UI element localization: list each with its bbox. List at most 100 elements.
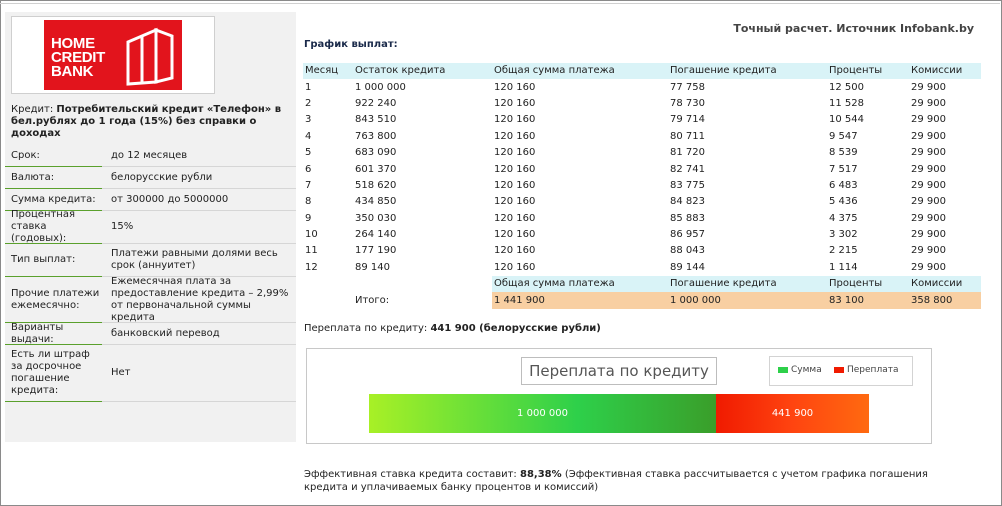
table-cell: 120 160 xyxy=(494,229,536,241)
schedule-header-row: Месяц Остаток кредита Общая сумма платежа П… xyxy=(303,63,981,80)
table-cell: 29 900 xyxy=(911,147,946,159)
table-cell: 3 xyxy=(305,114,312,126)
table-cell: 80 711 xyxy=(670,130,705,142)
table-cell: 83 775 xyxy=(670,179,705,191)
totals-column-header: Проценты xyxy=(827,276,909,293)
table-cell: 120 160 xyxy=(494,81,536,93)
legend-label-overpay: Переплата xyxy=(847,365,899,375)
params-table: Срок: до 12 месяцев Валюта: белорусские ру… xyxy=(5,145,296,402)
totals-value: 1 441 900 xyxy=(492,292,668,309)
table-cell: 89 144 xyxy=(670,261,705,273)
param-key: Прочие платежи ежемесячно: xyxy=(5,277,102,323)
legend-swatch-sum xyxy=(778,367,788,373)
table-cell: 601 370 xyxy=(355,163,397,175)
table-cell: 88 043 xyxy=(670,245,705,257)
table-cell: 85 883 xyxy=(670,212,705,224)
source-link[interactable]: Точный расчет. Источник Infobank.by xyxy=(733,22,974,35)
column-header: Проценты xyxy=(827,63,909,80)
param-row: Срок: до 12 месяцев xyxy=(5,145,296,167)
param-key: Сумма кредита: xyxy=(5,189,102,211)
table-cell: 120 160 xyxy=(494,114,536,126)
param-row: Процентная ставка (годовых): 15% xyxy=(5,209,296,244)
table-row: 4 763 800 120 160 80 711 9 547 29 900 xyxy=(303,129,981,145)
legend-swatch-overpay xyxy=(834,367,844,373)
effective-rate: Эффективная ставка кредита составит: 88,… xyxy=(304,468,964,494)
schedule-title: График выплат: xyxy=(304,39,398,50)
column-header: Комиссии xyxy=(909,63,981,80)
table-cell: 7 517 xyxy=(829,163,858,175)
credit-title: Кредит: Потребительский кредит «Телефон»… xyxy=(11,104,291,140)
left-panel: HOME CREDIT BANK Кредит: Потребительский… xyxy=(5,12,296,442)
table-cell: 8 xyxy=(305,196,312,208)
table-cell: 120 160 xyxy=(494,245,536,257)
table-row: 6 601 370 120 160 82 741 7 517 29 900 xyxy=(303,161,981,177)
column-header: Месяц xyxy=(303,63,353,80)
totals-value: 358 800 xyxy=(909,292,981,309)
logo-text: HOME CREDIT BANK xyxy=(51,36,105,79)
table-cell: 86 957 xyxy=(670,229,705,241)
bank-logo[interactable]: HOME CREDIT BANK xyxy=(11,16,215,94)
table-cell: 4 375 xyxy=(829,212,858,224)
legend-item-sum: Сумма xyxy=(778,365,822,375)
bar-sum: 1 000 000 xyxy=(369,394,716,433)
table-cell: 264 140 xyxy=(355,229,397,241)
chart-legend: Сумма Переплата xyxy=(769,356,913,386)
param-row: Есть ли штраф за досрочное погашение кре… xyxy=(5,345,296,402)
param-key: Срок: xyxy=(5,145,102,167)
totals-column-header: Общая сумма платежа xyxy=(492,276,668,293)
effective-value: 88,38% xyxy=(519,469,562,480)
table-cell: 1 xyxy=(305,81,312,93)
table-cell: 29 900 xyxy=(911,179,946,191)
table-row: 12 89 140 120 160 89 144 1 114 29 900 xyxy=(303,260,981,276)
table-cell: 120 160 xyxy=(494,261,536,273)
table-cell: 12 xyxy=(305,261,318,273)
table-cell: 11 xyxy=(305,245,318,257)
table-cell: 84 823 xyxy=(670,196,705,208)
param-key: Процентная ставка (годовых): xyxy=(5,209,102,244)
param-key: Есть ли штраф за досрочное погашение кре… xyxy=(5,345,102,402)
table-cell: 120 160 xyxy=(494,97,536,109)
overpay-chart: Переплата по кредиту Сумма Переплата 1 0… xyxy=(306,348,932,444)
table-row: 5 683 090 120 160 81 720 8 539 29 900 xyxy=(303,145,981,161)
table-cell: 29 900 xyxy=(911,114,946,126)
table-cell: 29 900 xyxy=(911,97,946,109)
table-row: 9 350 030 120 160 85 883 4 375 29 900 xyxy=(303,211,981,227)
table-cell: 10 544 xyxy=(829,114,864,126)
table-cell: 7 xyxy=(305,179,312,191)
bar-overpay: 441 900 xyxy=(716,394,869,433)
param-value: банковский перевод xyxy=(111,327,220,339)
column-header: Остаток кредита xyxy=(353,63,492,80)
param-key: Валюта: xyxy=(5,167,102,189)
table-cell: 81 720 xyxy=(670,147,705,159)
param-key: Варианты выдачи: xyxy=(5,322,102,345)
table-cell: 120 160 xyxy=(494,147,536,159)
table-cell: 5 xyxy=(305,147,312,159)
table-cell: 518 620 xyxy=(355,179,397,191)
overpay-label: Переплата по кредиту: xyxy=(304,323,428,334)
empty-cell xyxy=(303,276,353,292)
table-cell: 4 xyxy=(305,130,312,142)
table-cell: 922 240 xyxy=(355,97,397,109)
house-icon xyxy=(126,27,174,86)
table-cell: 120 160 xyxy=(494,130,536,142)
table-cell: 683 090 xyxy=(355,147,397,159)
table-cell: 79 714 xyxy=(670,114,705,126)
table-row: 10 264 140 120 160 86 957 3 302 29 900 xyxy=(303,227,981,243)
table-cell: 5 436 xyxy=(829,196,858,208)
table-cell: 120 160 xyxy=(494,212,536,224)
table-cell: 10 xyxy=(305,229,318,241)
credit-label: Кредит: xyxy=(11,104,54,115)
table-cell: 29 900 xyxy=(911,245,946,257)
param-row: Сумма кредита: от 300000 до 5000000 xyxy=(5,189,296,211)
effective-label: Эффективная ставка кредита составит: xyxy=(304,469,517,480)
table-cell: 434 850 xyxy=(355,196,397,208)
table-cell: 2 xyxy=(305,97,312,109)
param-value: Платежи равными долями весь срок (аннуит… xyxy=(111,248,278,271)
totals-value: 1 000 000 xyxy=(668,292,827,309)
top-divider xyxy=(0,0,1000,4)
chart-title: Переплата по кредиту xyxy=(521,357,717,385)
param-value: Нет xyxy=(111,367,131,378)
param-value: 15% xyxy=(111,221,134,232)
table-cell: 89 140 xyxy=(355,261,390,273)
table-cell: 29 900 xyxy=(911,81,946,93)
